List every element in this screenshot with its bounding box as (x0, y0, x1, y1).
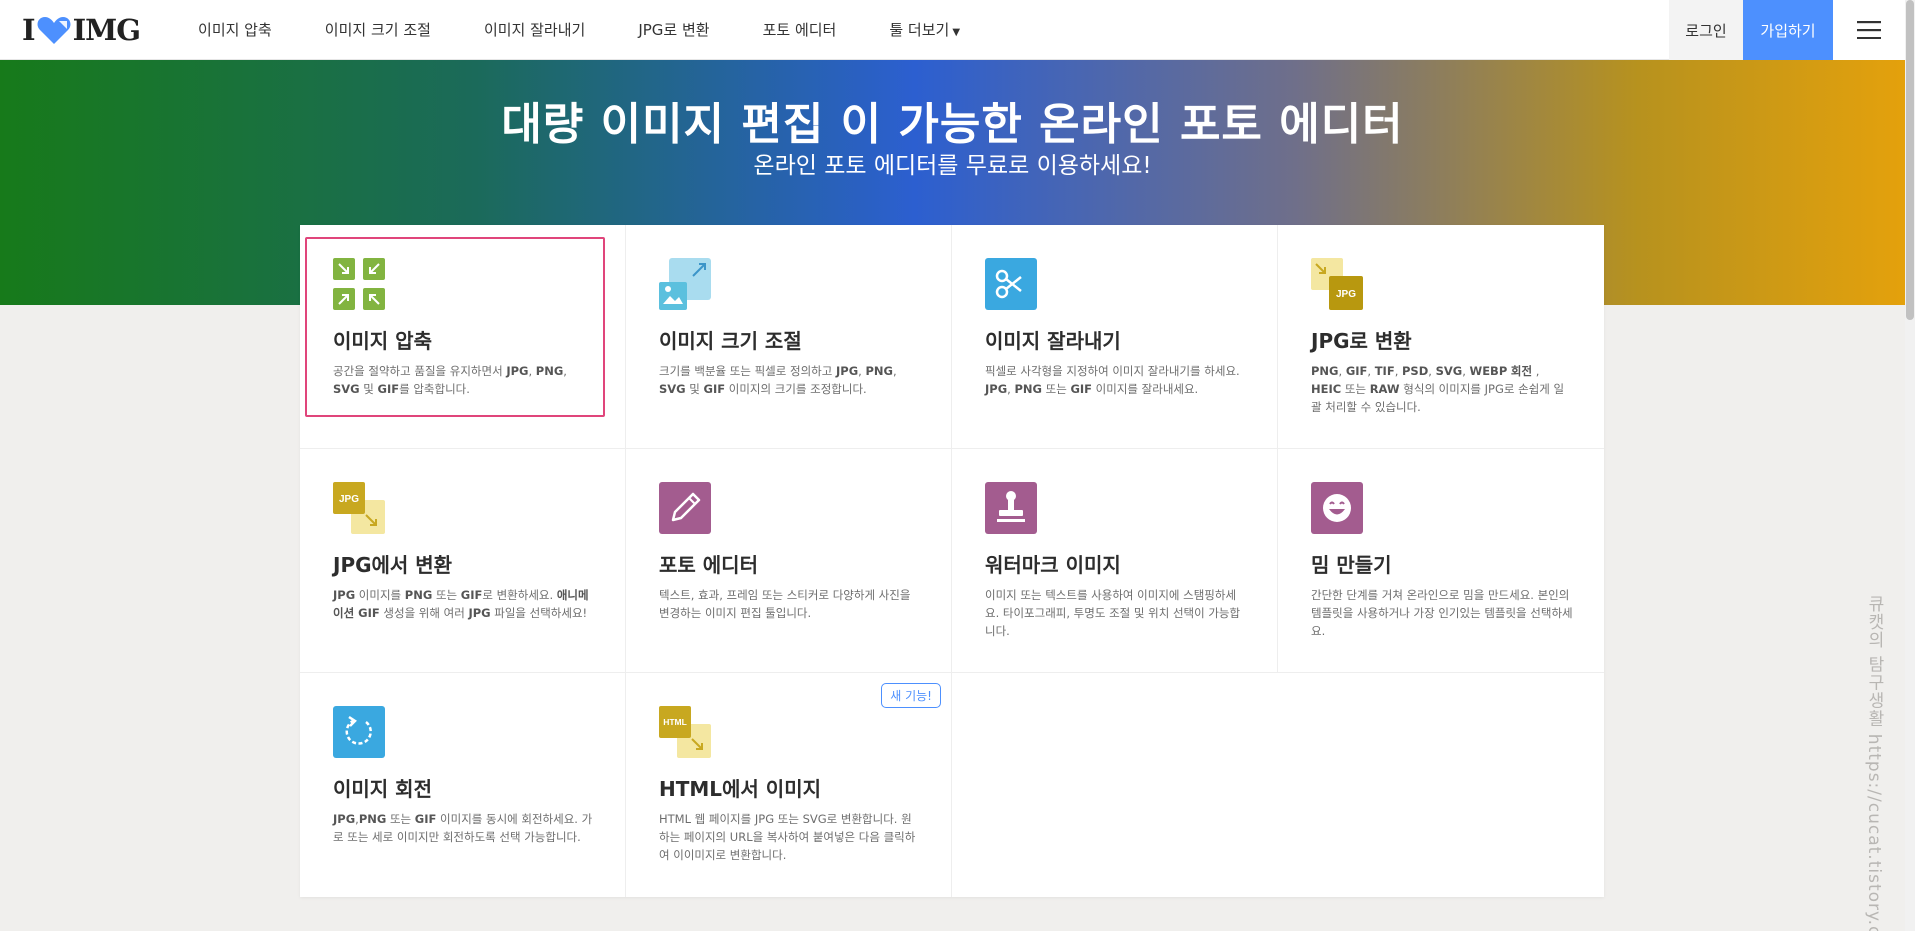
to-jpg-icon: JPG (1311, 258, 1363, 310)
tool-description: 크기를 백분율 또는 픽셀로 정의하고 JPG, PNG, SVG 및 GIF … (659, 364, 897, 396)
top-navbar: I IMG 이미지 압축 이미지 크기 조절 이미지 잘라내기 JPG로 변환 … (0, 0, 1905, 60)
svg-text:JPG: JPG (1336, 289, 1356, 300)
signup-button[interactable]: 가입하기 (1743, 0, 1833, 60)
tool-title: JPG에서 변환 (333, 553, 453, 577)
tools-grid: 이미지 압축 공간을 절약하고 품질을 유지하면서 JPG, PNG, SVG … (300, 225, 1604, 897)
caret-down-icon: ▼ (952, 27, 961, 38)
scrollbar-thumb[interactable] (1906, 0, 1914, 320)
nav-item-more-tools[interactable]: 툴 더보기 ▼ (889, 19, 960, 40)
watermark-text: 큐캣의 탐구생활 https://cucat.tistory.com/ (1864, 595, 1884, 931)
tool-card-compress[interactable]: 이미지 압축 공간을 절약하고 품질을 유지하면서 JPG, PNG, SVG … (300, 225, 626, 449)
tool-title: 포토 에디터 (659, 553, 758, 577)
tool-card-rotate[interactable]: 이미지 회전 JPG,PNG 또는 GIF 이미지를 동시에 회전하세요. 가로… (300, 673, 626, 897)
new-feature-badge: 새 기능! (881, 683, 941, 708)
page-scrollbar[interactable] (1905, 0, 1915, 931)
hero-subtitle: 온라인 포토 에디터를 무료로 이용하세요! (753, 153, 1152, 179)
tool-description: 텍스트, 효과, 프레임 또는 스티커로 다양하게 사진을 변경하는 이미지 편… (659, 588, 911, 620)
tool-description: PNG, GIF, TIF, PSD, SVG, WEBP 회전 , HEIC … (1311, 364, 1565, 414)
tool-title: 이미지 크기 조절 (659, 329, 802, 353)
tool-card-watermark[interactable]: 워터마크 이미지 이미지 또는 텍스트를 사용하여 이미지에 스탬핑하세요. 타… (952, 449, 1278, 673)
brand-logo-left: I (22, 12, 36, 47)
tool-title: 밈 만들기 (1311, 553, 1392, 577)
tool-card-html-to-image[interactable]: 새 기능! HTML HTML에서 이미지 HTML 웹 페이지를 JPG 또는… (626, 673, 952, 897)
nav-item-photo-editor[interactable]: 포토 에디터 (763, 19, 837, 40)
tool-description: JPG 이미지를 PNG 또는 GIF로 변환하세요. 애니메이션 GIF 생성… (333, 588, 589, 620)
tool-description: 공간을 절약하고 품질을 유지하면서 JPG, PNG, SVG 및 GIF를 … (333, 364, 567, 396)
compress-icon (333, 258, 385, 310)
tool-title: 이미지 잘라내기 (985, 329, 1121, 353)
auth-area: 로그인 가입하기 (1669, 0, 1905, 60)
hamburger-menu-button[interactable] (1833, 0, 1905, 60)
tool-description: 이미지 또는 텍스트를 사용하여 이미지에 스탬핑하세요. 타이포그래피, 투명… (985, 588, 1241, 638)
tool-card-from-jpg[interactable]: JPG JPG에서 변환 JPG 이미지를 PNG 또는 GIF로 변환하세요.… (300, 449, 626, 673)
main-nav: 이미지 압축 이미지 크기 조절 이미지 잘라내기 JPG로 변환 포토 에디터… (198, 19, 1013, 40)
from-jpg-icon: JPG (333, 482, 385, 534)
hamburger-icon (1857, 21, 1881, 39)
nav-item-convert-jpg[interactable]: JPG로 변환 (638, 19, 709, 40)
brand-logo[interactable]: I IMG (22, 12, 141, 47)
tool-description: 간단한 단계를 거쳐 온라인으로 밈을 만드세요. 본인의 템플릿을 사용하거나… (1311, 588, 1573, 638)
tool-title: JPG로 변환 (1311, 329, 1412, 353)
hero-title: 대량 이미지 편집 이 가능한 온라인 포토 에디터 (501, 99, 1404, 150)
tool-title: 이미지 압축 (333, 329, 432, 353)
rotate-icon (333, 706, 385, 758)
pencil-icon (659, 482, 711, 534)
tool-description: HTML 웹 페이지를 JPG 또는 SVG로 변환합니다. 원하는 페이지의 … (659, 812, 916, 862)
tool-description: JPG,PNG 또는 GIF 이미지를 동시에 회전하세요. 가로 또는 세로 … (333, 812, 593, 844)
nav-item-crop[interactable]: 이미지 잘라내기 (484, 19, 585, 40)
resize-icon (659, 258, 711, 310)
tool-card-photo-editor[interactable]: 포토 에디터 텍스트, 효과, 프레임 또는 스티커로 다양하게 사진을 변경하… (626, 449, 952, 673)
tool-title: 워터마크 이미지 (985, 553, 1121, 577)
nav-item-resize[interactable]: 이미지 크기 조절 (325, 19, 431, 40)
tool-card-to-jpg[interactable]: JPG JPG로 변환 PNG, GIF, TIF, PSD, SVG, WEB… (1278, 225, 1604, 449)
tool-card-resize[interactable]: 이미지 크기 조절 크기를 백분율 또는 픽셀로 정의하고 JPG, PNG, … (626, 225, 952, 449)
tool-card-meme[interactable]: 밈 만들기 간단한 단계를 거쳐 온라인으로 밈을 만드세요. 본인의 템플릿을… (1278, 449, 1604, 673)
heart-icon (37, 16, 71, 44)
html-icon: HTML (659, 706, 711, 758)
tool-title: HTML에서 이미지 (659, 777, 821, 801)
tool-card-crop[interactable]: 이미지 잘라내기 픽셀로 사각형을 지정하여 이미지 잘라내기를 하세요. JP… (952, 225, 1278, 449)
tool-description: 픽셀로 사각형을 지정하여 이미지 잘라내기를 하세요. JPG, PNG 또는… (985, 364, 1240, 396)
stamp-icon (985, 482, 1037, 534)
svg-text:HTML: HTML (663, 717, 687, 727)
nav-item-compress[interactable]: 이미지 압축 (198, 19, 272, 40)
more-tools-label: 툴 더보기 (889, 21, 950, 39)
scissors-icon (985, 258, 1037, 310)
smiley-icon (1311, 482, 1363, 534)
tool-title: 이미지 회전 (333, 777, 432, 801)
svg-text:JPG: JPG (339, 494, 359, 505)
login-button[interactable]: 로그인 (1669, 0, 1743, 60)
brand-logo-right: IMG (72, 12, 141, 47)
